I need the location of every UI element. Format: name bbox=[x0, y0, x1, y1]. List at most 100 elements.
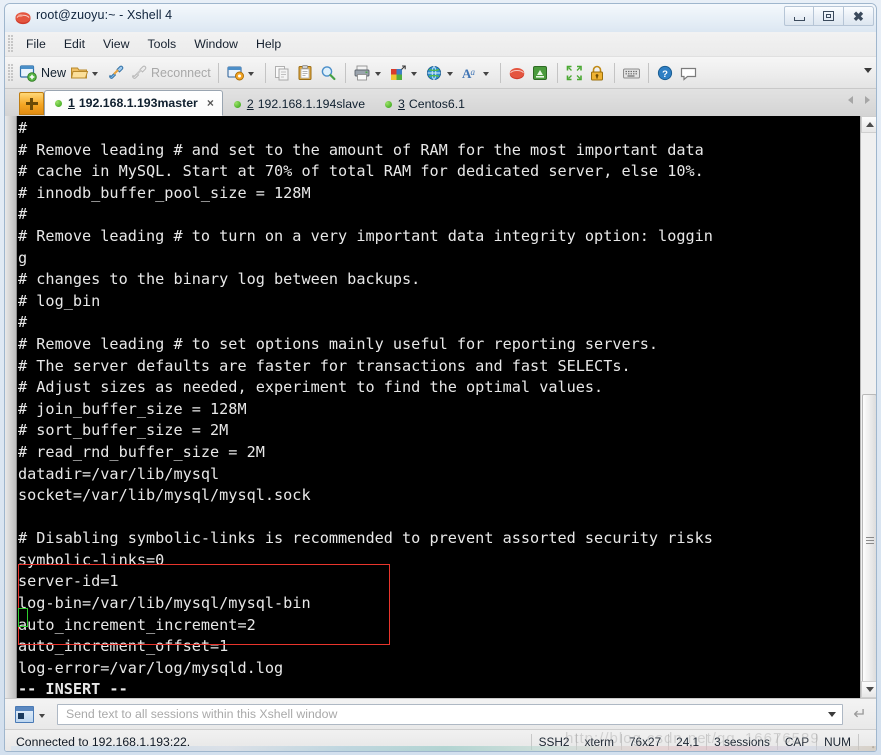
terminal-mode-line: -- INSERT -- bbox=[18, 680, 128, 698]
status-connection-text: Connected to 192.168.1.193:22. bbox=[16, 734, 191, 749]
toolbar-overflow-chevron-icon[interactable] bbox=[864, 68, 872, 73]
title-bar: root@zuoyu:~ - Xshell 4 ✖ bbox=[5, 4, 876, 32]
lock-icon bbox=[590, 65, 603, 80]
toolbar-separator-1 bbox=[217, 62, 219, 83]
properties-gear-icon bbox=[227, 65, 244, 80]
toolbar-keyboard-button[interactable] bbox=[620, 60, 643, 86]
print-caret-icon[interactable] bbox=[374, 71, 381, 76]
new-tab-button[interactable] bbox=[19, 92, 44, 115]
send-target-caret-icon[interactable] bbox=[39, 713, 45, 718]
terminal-scrollbar[interactable] bbox=[860, 116, 876, 698]
terminal-window-icon[interactable] bbox=[15, 705, 34, 723]
terminal-left-gutter bbox=[5, 116, 17, 698]
tab-close-icon[interactable]: × bbox=[207, 97, 214, 109]
toolbar-feedback-button[interactable] bbox=[677, 60, 700, 86]
send-enter-button[interactable]: ↵ bbox=[847, 703, 873, 725]
toolbar-xftp-transfer-button[interactable] bbox=[529, 60, 552, 86]
tab-centos61[interactable]: 3 Centos6.1 bbox=[374, 92, 474, 116]
terminal-line: log-bin=/var/lib/mysql/mysql-bin bbox=[18, 594, 311, 613]
scroll-down-button[interactable] bbox=[861, 681, 876, 698]
send-history-chevron-icon[interactable] bbox=[828, 711, 836, 717]
toolbar-paste-button[interactable] bbox=[294, 60, 317, 86]
menu-tools[interactable]: Tools bbox=[138, 34, 185, 54]
menu-help[interactable]: Help bbox=[247, 34, 290, 54]
toolbar-separator-3 bbox=[344, 62, 346, 83]
terminal-line: # Adjust sizes as needed, experiment to … bbox=[18, 378, 604, 397]
web-transfer-caret-icon[interactable] bbox=[446, 71, 453, 76]
scrollbar-thumb[interactable] bbox=[862, 394, 876, 686]
tab-192-168-1-193master[interactable]: 1 192.168.1.193master × bbox=[44, 90, 223, 116]
font-caret-icon[interactable] bbox=[482, 71, 489, 76]
status-dimensions: 76x27 bbox=[620, 733, 668, 750]
xshell-app-icon bbox=[15, 12, 31, 25]
toolbar-session-properties-button[interactable] bbox=[224, 60, 260, 86]
open-folder-icon bbox=[70, 67, 89, 78]
terminal-line: # Disabling symbolic-links is recommende… bbox=[18, 529, 713, 548]
tab-192-168-1-194slave[interactable]: 2 192.168.1.194slave bbox=[223, 92, 374, 116]
terminal-line: # bbox=[18, 313, 28, 332]
copy-icon bbox=[274, 65, 289, 80]
toolbar-drag-grip[interactable] bbox=[8, 63, 13, 82]
tab-status-dot-icon bbox=[233, 100, 241, 108]
globe-icon bbox=[426, 65, 441, 80]
chevron-up-icon bbox=[865, 122, 874, 127]
terminal-screen[interactable]: # # Remove leading # and set to the amoun… bbox=[18, 116, 860, 698]
toolbar-separator-4 bbox=[499, 62, 501, 83]
toolbar-separator-5 bbox=[556, 62, 558, 83]
toolbar-copy-button[interactable] bbox=[271, 60, 294, 86]
close-button[interactable]: ✖ bbox=[844, 6, 874, 26]
menu-file[interactable]: File bbox=[17, 34, 55, 54]
menu-drag-grip[interactable] bbox=[8, 35, 13, 53]
minimize-button[interactable] bbox=[784, 6, 814, 26]
terminal-line: # changes to the binary log between back… bbox=[18, 270, 421, 289]
tab-scroll-left-icon[interactable] bbox=[848, 96, 853, 104]
send-text-input[interactable]: Send text to all sessions within this Xs… bbox=[57, 703, 843, 725]
toolbar-connect-button[interactable] bbox=[104, 60, 127, 86]
send-input-placeholder: Send text to all sessions within this Xs… bbox=[66, 707, 338, 721]
tab-number: 1 bbox=[68, 96, 75, 110]
tab-scroll-right-icon[interactable] bbox=[865, 96, 870, 104]
terminal-line: datadir=/var/lib/mysql bbox=[18, 464, 220, 483]
open-session-caret-icon[interactable] bbox=[92, 71, 99, 76]
terminal-line: # bbox=[18, 119, 28, 137]
toolbar-print-button[interactable] bbox=[351, 60, 387, 86]
terminal-line: # bbox=[18, 205, 28, 224]
color-palette-icon bbox=[390, 64, 406, 80]
terminal-line: # Remove leading # and set to the amount… bbox=[18, 140, 704, 159]
terminal-line: # cache in MySQL. Start at 70% of total … bbox=[18, 162, 704, 181]
toolbar-color-scheme-button[interactable] bbox=[387, 60, 423, 86]
toolbar-open-session-button[interactable] bbox=[68, 60, 104, 86]
tab-number: 2 bbox=[246, 97, 254, 111]
tab-label: Centos6.1 bbox=[408, 97, 465, 111]
menu-view[interactable]: View bbox=[94, 34, 138, 54]
toolbar-find-button[interactable] bbox=[317, 60, 340, 86]
color-scheme-caret-icon[interactable] bbox=[410, 71, 417, 76]
toolbar-web-transfer-button[interactable] bbox=[423, 60, 459, 86]
toolbar-xshell-transfer-button[interactable] bbox=[506, 60, 529, 86]
thumb-grip-icon bbox=[865, 536, 874, 544]
svg-text:a: a bbox=[470, 67, 475, 77]
terminal-line: # sort_buffer_size = 2M bbox=[18, 421, 229, 440]
magnifier-icon bbox=[321, 65, 336, 80]
tab-status-dot-icon bbox=[385, 100, 393, 108]
toolbar-reconnect-label: Reconnect bbox=[151, 65, 211, 80]
toolbar-reconnect-button[interactable]: Reconnect bbox=[127, 60, 213, 86]
window-resize-grip[interactable] bbox=[862, 733, 876, 750]
new-window-icon bbox=[19, 64, 37, 82]
terminal-line: # Remove leading # to set options mainly… bbox=[18, 334, 659, 353]
toolbar-fullscreen-button[interactable] bbox=[563, 60, 586, 86]
scroll-up-button[interactable] bbox=[861, 116, 876, 133]
status-caps-lock: CAP bbox=[776, 733, 816, 750]
restore-button[interactable] bbox=[814, 6, 844, 26]
xftp-green-icon bbox=[532, 65, 547, 80]
terminal-line: auto_increment_increment=2 bbox=[18, 615, 256, 634]
terminal-line: # log_bin bbox=[18, 291, 101, 310]
toolbar-lock-button[interactable] bbox=[586, 60, 609, 86]
session-properties-caret-icon[interactable] bbox=[247, 71, 254, 76]
toolbar-new-session-button[interactable]: New bbox=[17, 60, 68, 86]
window-frame: root@zuoyu:~ - Xshell 4 ✖ File Edit View… bbox=[4, 3, 877, 752]
toolbar-help-button[interactable]: ? bbox=[654, 60, 677, 86]
menu-edit[interactable]: Edit bbox=[55, 34, 94, 54]
menu-window[interactable]: Window bbox=[185, 34, 247, 54]
toolbar-font-button[interactable]: A a bbox=[459, 60, 495, 86]
